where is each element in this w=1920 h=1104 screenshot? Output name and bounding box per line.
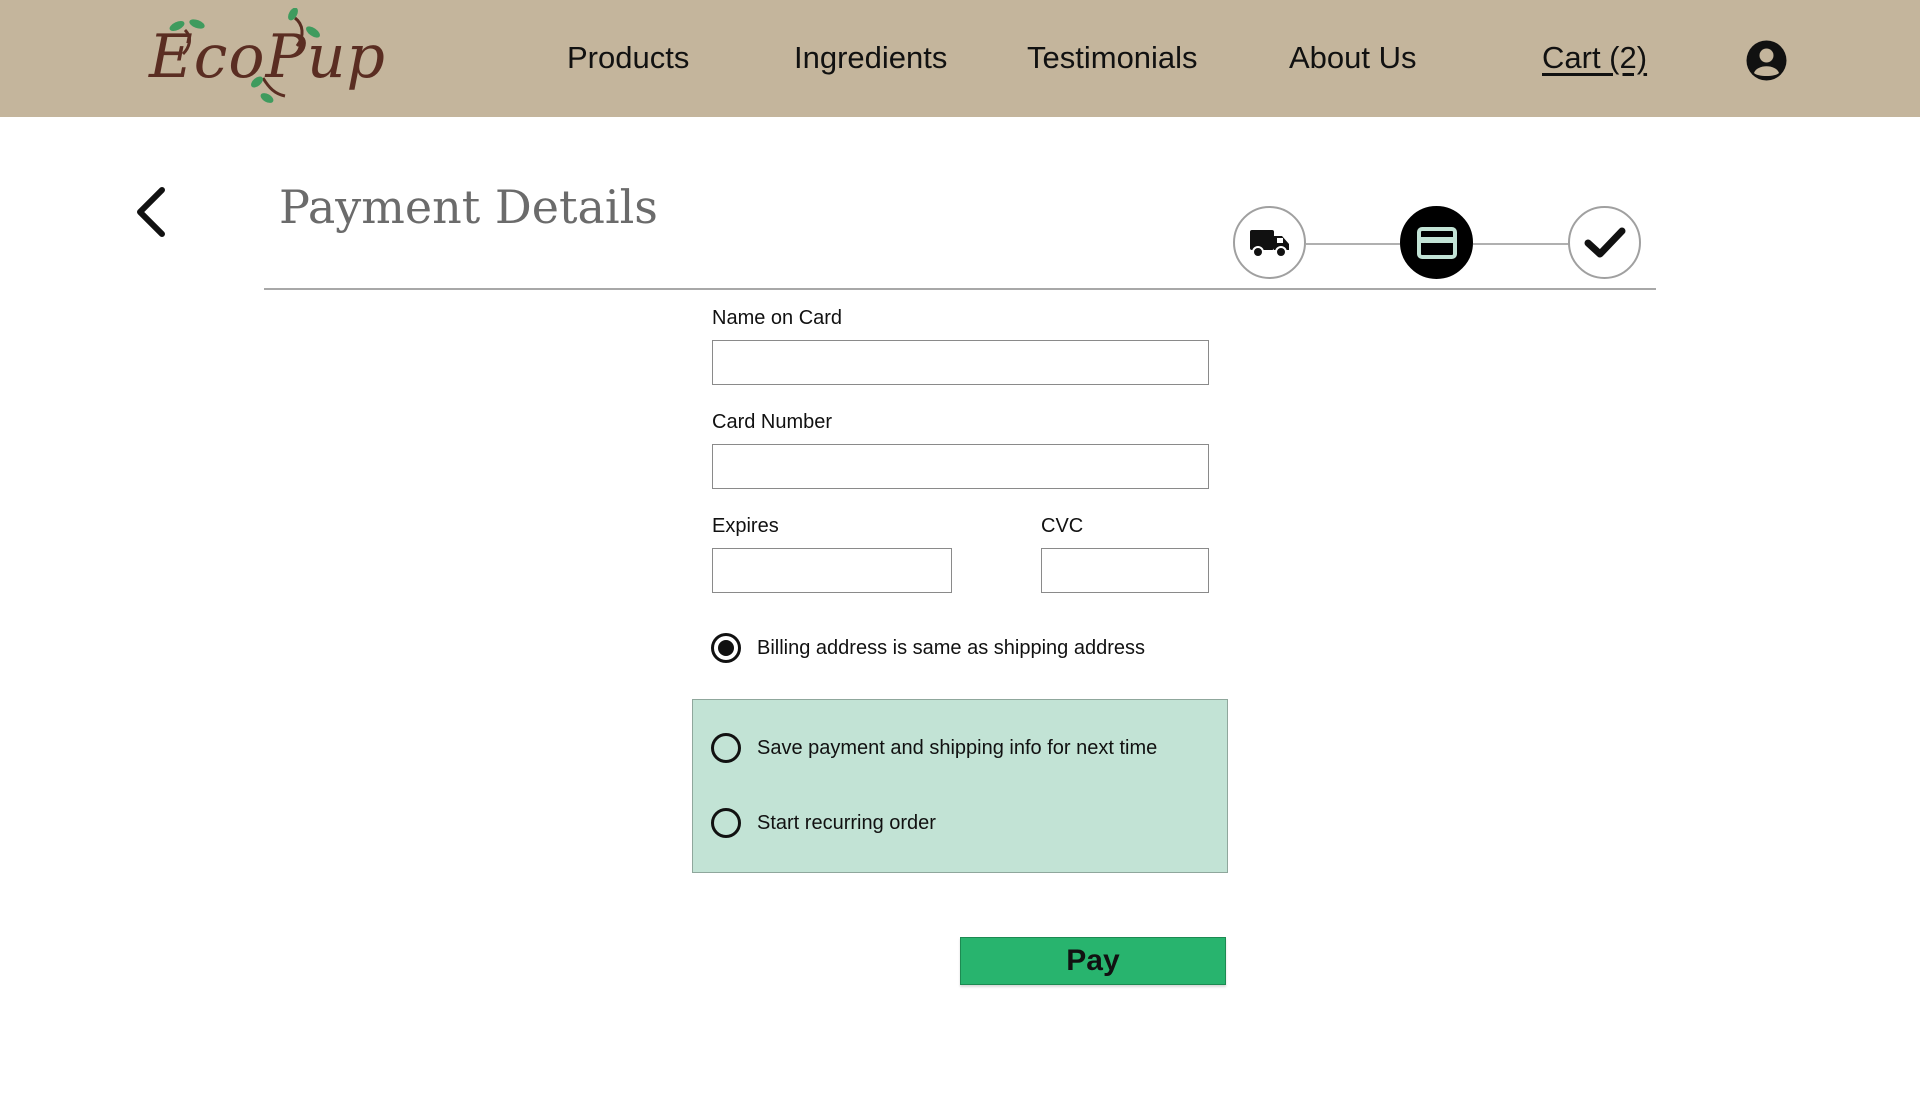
nav-cart[interactable]: Cart (2) <box>1542 40 1647 76</box>
billing-same-option[interactable]: Billing address is same as shipping addr… <box>711 632 1145 664</box>
logo-wordmark: EcoPup <box>149 22 386 92</box>
save-info-label: Save payment and shipping info for next … <box>757 736 1158 759</box>
truck-icon <box>1249 229 1289 258</box>
cvc-label: CVC <box>1041 515 1084 537</box>
nav-testimonials[interactable]: Testimonials <box>1027 40 1198 76</box>
recurring-order-label: Start recurring order <box>757 811 936 834</box>
nav-products[interactable]: Products <box>567 40 689 76</box>
expires-label: Expires <box>712 515 779 537</box>
heading-divider <box>264 288 1656 290</box>
nav-ingredients[interactable]: Ingredients <box>794 40 947 76</box>
save-info-radio[interactable] <box>711 733 741 763</box>
stepper-connector <box>1473 243 1569 245</box>
checkmark-icon <box>1584 227 1625 257</box>
expires-field[interactable] <box>712 548 952 593</box>
account-icon[interactable] <box>1746 40 1787 81</box>
billing-same-label: Billing address is same as shipping addr… <box>757 636 1145 659</box>
save-info-option[interactable]: Save payment and shipping info for next … <box>711 732 1157 764</box>
step-shipping[interactable] <box>1233 206 1306 279</box>
radio-selected-dot <box>718 640 734 656</box>
ecopup-logo[interactable]: EcoPup <box>145 8 385 108</box>
top-nav-bar: EcoPup Products Ingredients Testimonials… <box>0 0 1920 117</box>
name-on-card-field[interactable] <box>712 340 1209 385</box>
billing-same-radio[interactable] <box>711 633 741 663</box>
nav-about-us[interactable]: About Us <box>1289 40 1417 76</box>
credit-card-icon <box>1416 226 1457 259</box>
back-chevron-icon[interactable] <box>132 184 172 240</box>
recurring-order-option[interactable]: Start recurring order <box>711 807 936 839</box>
pay-button[interactable]: Pay <box>960 937 1226 985</box>
page-title: Payment Details <box>279 180 658 234</box>
recurring-order-radio[interactable] <box>711 808 741 838</box>
checkout-options-panel <box>692 699 1228 873</box>
cvc-field[interactable] <box>1041 548 1209 593</box>
step-payment[interactable] <box>1400 206 1473 279</box>
card-number-field[interactable] <box>712 444 1209 489</box>
name-on-card-label: Name on Card <box>712 307 843 329</box>
step-confirm[interactable] <box>1568 206 1641 279</box>
stepper-connector <box>1306 243 1400 245</box>
card-number-label: Card Number <box>712 411 833 433</box>
